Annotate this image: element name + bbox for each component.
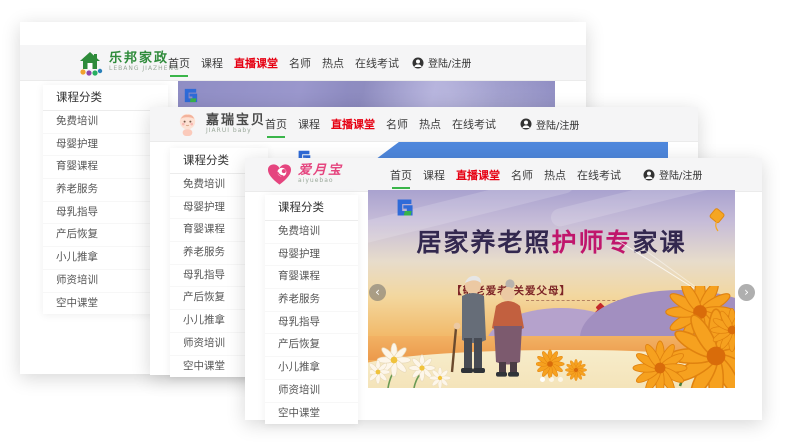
user-icon (412, 57, 424, 69)
nav-live-classroom[interactable]: 直播课堂 (234, 52, 278, 74)
sidebar-item-teacher-training[interactable]: 师资培训 (265, 380, 358, 403)
chrysanthemum-flowers (620, 286, 735, 388)
aiyuebao-logo[interactable]: 爱月宝 aiyuebao (267, 158, 343, 191)
jiarui-logo-subtitle: JIARUI baby (206, 128, 266, 135)
nav-home[interactable]: 首页 (265, 113, 287, 135)
platform-g-logo-icon (181, 86, 200, 105)
login-label: 登陆/注册 (428, 55, 471, 70)
login-label: 登陆/注册 (536, 117, 579, 132)
lebang-header: 乐邦家政 LEBANG JIAZHENG 首页 课程 直播课堂 名师 热点 在线… (20, 45, 586, 81)
lebang-nav: 首页 课程 直播课堂 名师 热点 在线考试 (168, 45, 399, 80)
sidebar-item-elderly-service[interactable]: 养老服务 (265, 289, 358, 312)
jiarui-baby-icon (175, 112, 200, 137)
jiarui-login-register[interactable]: 登陆/注册 (520, 107, 579, 141)
lebang-house-icon (77, 50, 103, 76)
sidebar-item-lactation-guide[interactable]: 母乳指导 (265, 312, 358, 335)
window-aiyuebao: 爱月宝 aiyuebao 首页 课程 直播课堂 名师 热点 在线考试 登陆/注册 (245, 158, 762, 420)
nav-hot[interactable]: 热点 (544, 164, 566, 186)
aiyuebao-header: 爱月宝 aiyuebao 首页 课程 直播课堂 名师 热点 在线考试 登陆/注册 (245, 158, 762, 192)
nav-teachers[interactable]: 名师 (511, 164, 533, 186)
banner-title: 居家养老照护师专家课 (368, 223, 735, 259)
jiarui-logo-title: 嘉瑞宝贝 (206, 114, 266, 128)
sidebar-item-pediatric-massage[interactable]: 小儿推拿 (265, 357, 358, 380)
daisy-flowers (370, 338, 460, 388)
login-label: 登陆/注册 (659, 167, 702, 182)
sidebar-item-free-training[interactable]: 免费培训 (265, 221, 358, 244)
aiyuebao-logo-title: 爱月宝 (298, 164, 343, 178)
lebang-login-register[interactable]: 登陆/注册 (412, 45, 471, 80)
nav-online-exam[interactable]: 在线考试 (452, 113, 496, 135)
nav-hot[interactable]: 热点 (322, 52, 344, 74)
jiarui-header: 嘉瑞宝贝 JIARUI baby 首页 课程 直播课堂 名师 热点 在线考试 登… (150, 107, 698, 142)
nav-home[interactable]: 首页 (168, 52, 190, 74)
lebang-logo[interactable]: 乐邦家政 LEBANG JIAZHENG (77, 45, 180, 80)
aiyuebao-nav: 首页 课程 直播课堂 名师 热点 在线考试 (390, 158, 621, 191)
nav-courses[interactable]: 课程 (298, 113, 320, 135)
sidebar-item-air-classroom[interactable]: 空中课堂 (265, 403, 358, 425)
aiyuebao-logo-subtitle: aiyuebao (298, 178, 343, 185)
carousel-prev-button[interactable]: ‹ (369, 284, 386, 301)
nav-courses[interactable]: 课程 (423, 164, 445, 186)
carousel-dot[interactable] (558, 377, 563, 382)
jiarui-nav: 首页 课程 直播课堂 名师 热点 在线考试 (265, 107, 496, 141)
user-icon (520, 118, 532, 130)
platform-g-logo-icon (393, 196, 416, 219)
nav-live-classroom[interactable]: 直播课堂 (331, 113, 375, 135)
nav-teachers[interactable]: 名师 (289, 52, 311, 74)
carousel-next-button[interactable]: › (738, 284, 755, 301)
sidebar-item-maternal-care[interactable]: 母婴护理 (265, 244, 358, 267)
carousel-dots (540, 377, 563, 382)
jiarui-logo[interactable]: 嘉瑞宝贝 JIARUI baby (175, 107, 266, 141)
aiyuebao-login-register[interactable]: 登陆/注册 (643, 158, 702, 191)
sidebar-item-postpartum-recovery[interactable]: 产后恢复 (265, 334, 358, 357)
aiyuebao-hero-banner[interactable]: 居家养老照护师专家课 【敬老爱老 关爱父母】 (368, 190, 735, 388)
nav-home[interactable]: 首页 (390, 164, 412, 186)
sidebar-title: 课程分类 (265, 195, 358, 221)
kite-icon (704, 206, 730, 232)
nav-live-classroom[interactable]: 直播课堂 (456, 164, 500, 186)
user-icon (643, 169, 655, 181)
nav-courses[interactable]: 课程 (201, 52, 223, 74)
carousel-dot[interactable] (549, 377, 554, 382)
aiyuebao-sidebar: 课程分类 免费培训 母婴护理 育婴课程 养老服务 母乳指导 产后恢复 小儿推拿 … (265, 195, 358, 424)
carousel-dot[interactable] (540, 377, 545, 382)
nav-teachers[interactable]: 名师 (386, 113, 408, 135)
sidebar-item-nursery-course[interactable]: 育婴课程 (265, 266, 358, 289)
aiyuebao-heart-icon (267, 163, 292, 187)
nav-online-exam[interactable]: 在线考试 (577, 164, 621, 186)
desktop-canvas: 乐邦家政 LEBANG JIAZHENG 首页 课程 直播课堂 名师 热点 在线… (0, 0, 800, 447)
nav-hot[interactable]: 热点 (419, 113, 441, 135)
nav-online-exam[interactable]: 在线考试 (355, 52, 399, 74)
